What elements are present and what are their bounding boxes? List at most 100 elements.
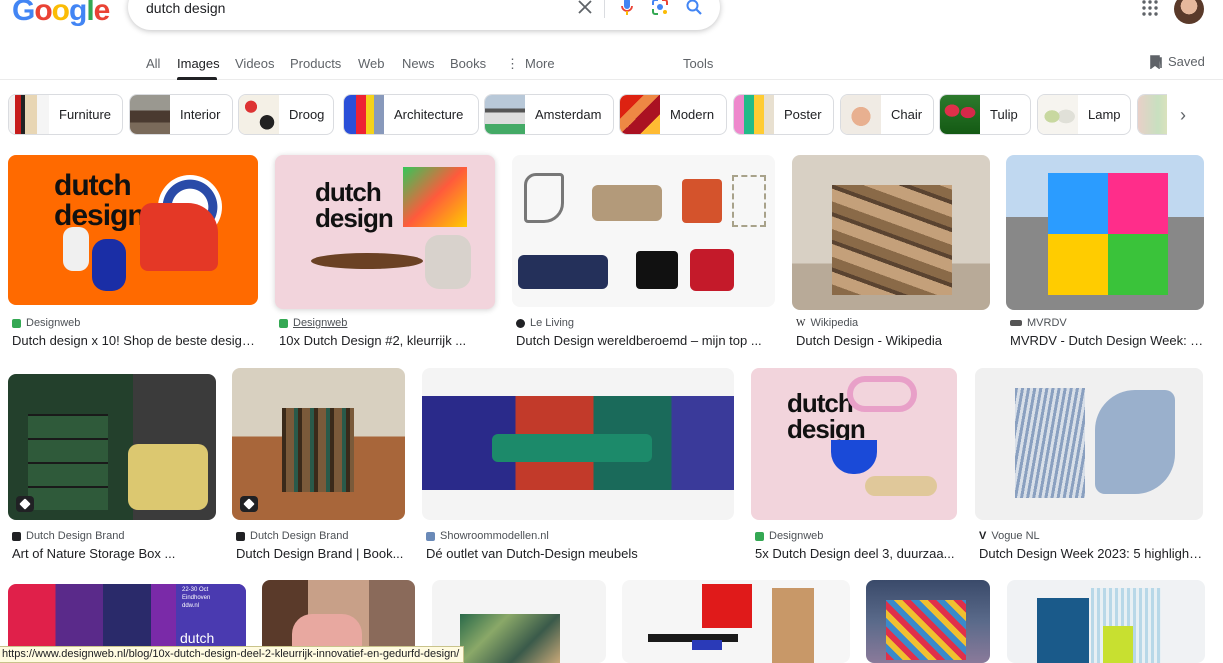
chip-tulip[interactable]: Tulip — [939, 94, 1031, 135]
chip-label: Tulip — [990, 107, 1018, 122]
tools-button[interactable]: Tools — [683, 56, 713, 71]
result-source[interactable]: Showroommodellen.nl — [426, 530, 549, 542]
result-title[interactable]: Dutch Design - Wikipedia — [796, 333, 988, 348]
result-title[interactable]: Dutch Design wereldberoemd – mijn top ..… — [516, 333, 773, 348]
tab-news[interactable]: News — [402, 56, 435, 71]
result-image[interactable] — [975, 368, 1203, 520]
google-logo[interactable]: Google — [12, 0, 110, 28]
source-name: Wikipedia — [810, 317, 859, 329]
result-title[interactable]: 5x Dutch Design deel 3, duurzaa... — [755, 546, 955, 561]
result-image[interactable]: dutch design — [275, 155, 495, 309]
image-result[interactable]: MVRDV MVRDV - Dutch Design Week: T... — [1006, 155, 1206, 350]
chip-lamp[interactable]: Lamp — [1037, 94, 1131, 135]
image-result[interactable]: Dutch Design Brand Dutch Design Brand | … — [232, 368, 407, 564]
chip-droog[interactable]: Droog — [238, 94, 334, 135]
interior-scene-shape — [886, 600, 966, 660]
image-result[interactable]: Le Living Dutch Design wereldberoemd – m… — [512, 155, 777, 350]
favicon-icon — [426, 531, 435, 541]
image-result[interactable]: Dutch Design Brand Art of Nature Storage… — [8, 374, 218, 564]
result-source[interactable]: Dutch Design Brand — [236, 530, 348, 542]
result-title[interactable]: Dutch Design Week 2023: 5 highlights... — [979, 546, 1203, 561]
tab-videos[interactable]: Videos — [235, 56, 275, 71]
chevron-right-icon[interactable]: › — [1170, 102, 1196, 128]
tab-products[interactable]: Products — [290, 56, 341, 71]
white-stool-shape — [63, 227, 89, 271]
tab-web[interactable]: Web — [358, 56, 385, 71]
yellow-block-shape — [1103, 626, 1133, 663]
avatar[interactable] — [1174, 0, 1204, 24]
source-name: Showroommodellen.nl — [440, 530, 549, 542]
result-image[interactable] — [622, 580, 850, 663]
orange-chair-shape — [682, 179, 722, 223]
more-menu[interactable]: ⋮ More — [506, 56, 555, 72]
chip-label: Chair — [891, 107, 923, 122]
result-image[interactable] — [8, 374, 216, 520]
image-result[interactable]: dutch design Designweb Dutch design x 10… — [8, 155, 260, 350]
result-image[interactable] — [1006, 155, 1204, 310]
source-name: Designweb — [26, 317, 81, 329]
chip-furniture[interactable]: Furniture — [8, 94, 123, 135]
result-title[interactable]: 10x Dutch Design #2, kleurrijk ... — [279, 333, 493, 348]
fluffy-chair-shape — [425, 235, 471, 289]
image-result[interactable]: dutch design Designweb 5x Dutch Design d… — [751, 368, 959, 564]
result-image[interactable] — [232, 368, 405, 520]
chip-architecture[interactable]: Architecture — [343, 94, 479, 135]
image-result[interactable]: dutch design Designweb 10x Dutch Design … — [275, 155, 497, 350]
result-source[interactable]: MVRDV — [1010, 317, 1067, 329]
result-source[interactable]: Designweb — [279, 317, 347, 329]
refinement-chips: Furniture Interior Droog Architecture Am… — [0, 94, 1223, 136]
tab-images[interactable]: Images — [177, 56, 220, 71]
blue-block-shape — [1037, 598, 1089, 663]
result-source[interactable]: Designweb — [755, 530, 823, 542]
search-box[interactable]: dutch design — [128, 0, 720, 30]
chip-label: Furniture — [59, 107, 112, 122]
result-image[interactable] — [792, 155, 990, 310]
image-result[interactable] — [1007, 580, 1205, 663]
source-name: Dutch Design Brand — [26, 530, 125, 542]
result-title[interactable]: Art of Nature Storage Box ... — [12, 546, 216, 561]
result-title[interactable]: Dutch Design Brand | Book... — [236, 546, 405, 561]
result-image[interactable] — [422, 368, 734, 520]
image-result[interactable] — [866, 580, 992, 663]
source-name: Vogue NL — [991, 530, 1040, 542]
chip-amsterdam[interactable]: Amsterdam — [484, 94, 614, 135]
result-title[interactable]: MVRDV - Dutch Design Week: T... — [1010, 333, 1204, 348]
microphone-icon[interactable] — [616, 0, 638, 18]
result-image[interactable] — [512, 155, 775, 307]
result-source[interactable]: Dutch Design Brand — [12, 530, 124, 542]
apps-grid-icon[interactable] — [1142, 0, 1160, 18]
tab-books[interactable]: Books — [450, 56, 486, 71]
clear-icon[interactable] — [574, 0, 596, 18]
result-image[interactable] — [1007, 580, 1205, 663]
result-source[interactable]: Designweb — [12, 317, 80, 329]
image-result[interactable] — [622, 580, 850, 663]
result-source[interactable]: Le Living — [516, 317, 574, 329]
google-lens-icon[interactable] — [649, 0, 671, 18]
search-input[interactable]: dutch design — [146, 0, 225, 16]
image-result[interactable]: W Wikipedia Dutch Design - Wikipedia — [792, 155, 992, 350]
source-name: Designweb — [293, 317, 348, 329]
saved-button[interactable]: Saved — [1150, 54, 1205, 69]
tab-all[interactable]: All — [146, 56, 160, 71]
red-chair-shape — [140, 203, 218, 271]
chip-modern[interactable]: Modern — [619, 94, 727, 135]
chip-poster[interactable]: Poster — [733, 94, 834, 135]
chip-interior[interactable]: Interior — [129, 94, 233, 135]
result-image[interactable]: dutch design — [8, 155, 258, 305]
active-tab-indicator — [177, 77, 217, 80]
result-image[interactable] — [866, 580, 990, 663]
chip-partial[interactable] — [1137, 94, 1167, 135]
result-title[interactable]: Dé outlet van Dutch-Design meubels — [426, 546, 732, 561]
yellow-chair-shape — [128, 444, 208, 510]
bookmark-icon — [1150, 54, 1162, 69]
chip-label: Architecture — [394, 107, 464, 122]
image-result[interactable]: V Vogue NL Dutch Design Week 2023: 5 hig… — [975, 368, 1205, 564]
favicon-icon — [236, 531, 245, 541]
result-source[interactable]: W Wikipedia — [796, 317, 858, 329]
image-result[interactable]: Showroommodellen.nl Dé outlet van Dutch-… — [422, 368, 736, 564]
search-icon[interactable] — [683, 0, 705, 18]
result-source[interactable]: V Vogue NL — [979, 530, 1040, 542]
result-image[interactable]: dutch design — [751, 368, 957, 520]
chip-chair[interactable]: Chair — [840, 94, 934, 135]
result-title[interactable]: Dutch design x 10! Shop de beste design … — [12, 333, 256, 348]
